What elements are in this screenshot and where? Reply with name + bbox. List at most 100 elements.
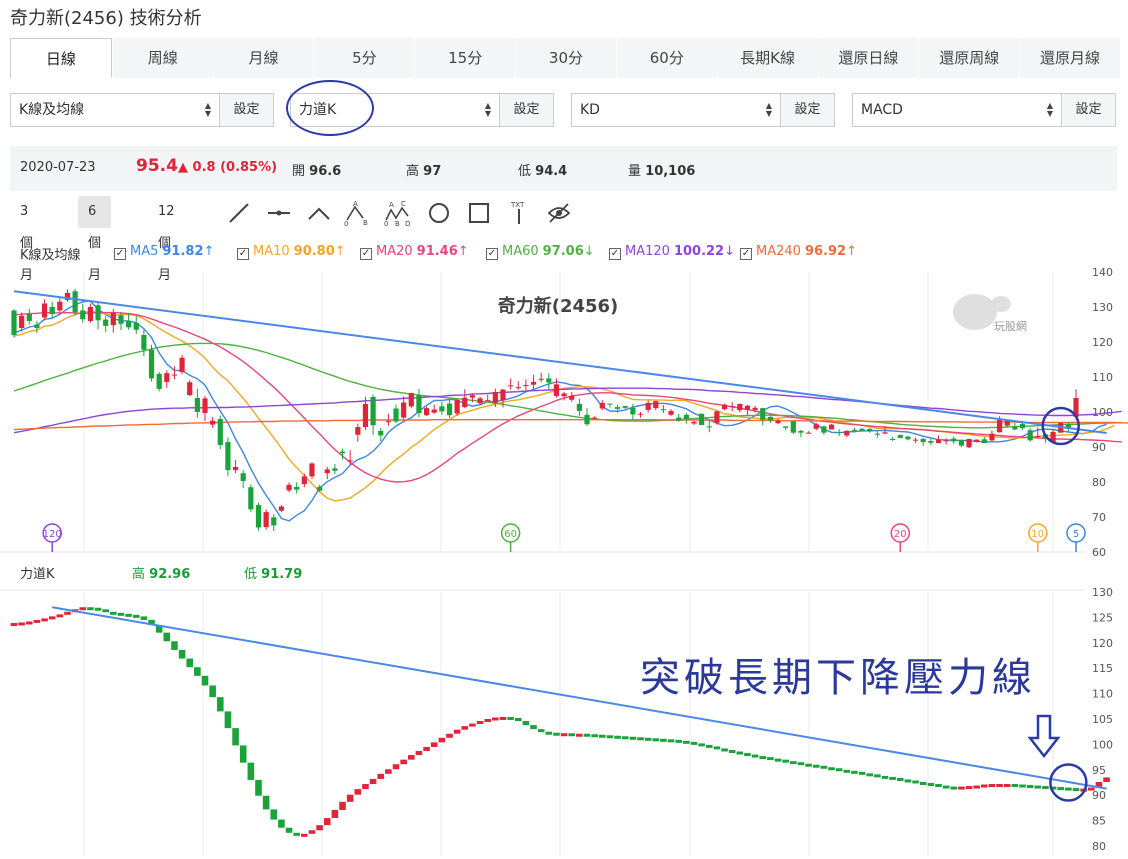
candle: [133, 315, 139, 334]
force-bar: [1042, 786, 1049, 790]
candle: [645, 400, 651, 413]
candle: [194, 388, 200, 418]
force-bar: [339, 801, 346, 810]
force-bar: [354, 789, 362, 795]
force-bar: [1034, 785, 1042, 789]
force-bar: [407, 755, 415, 760]
force-bar: [400, 759, 407, 765]
candle: [141, 329, 147, 356]
force-bar: [323, 818, 331, 826]
candle: [103, 316, 109, 333]
force-bar: [461, 726, 469, 730]
candle: [347, 450, 353, 465]
candle: [156, 372, 162, 392]
force-bar: [476, 721, 484, 725]
force-bar: [560, 733, 568, 737]
candle: [912, 437, 919, 444]
candle: [981, 436, 987, 444]
force-bar: [285, 827, 293, 833]
force-bar: [889, 776, 896, 780]
force-bar: [927, 783, 935, 787]
force-bar: [346, 794, 354, 802]
force-bar: [705, 744, 713, 748]
force-bar: [1103, 777, 1110, 782]
force-bar: [805, 763, 812, 767]
force-bar: [255, 779, 262, 796]
candle: [210, 416, 216, 429]
force-tick-label: 90: [1092, 789, 1106, 802]
force-bar: [713, 746, 721, 750]
force-bar: [25, 621, 33, 625]
force-bar: [186, 658, 194, 668]
candle: [890, 436, 896, 442]
force-bar: [301, 833, 308, 837]
force-bar: [132, 614, 140, 618]
candle: [294, 482, 300, 494]
candle: [637, 412, 644, 418]
force-bar: [507, 716, 514, 720]
force-bar: [385, 769, 392, 774]
candle: [867, 428, 873, 433]
candle: [553, 378, 560, 398]
force-bar: [377, 773, 385, 779]
force-bar: [10, 622, 18, 626]
force-bar: [94, 607, 102, 611]
ma-marker: 20: [890, 523, 911, 552]
force-bar: [652, 738, 660, 742]
force-tick-label: 125: [1092, 611, 1113, 624]
candle: [1019, 422, 1026, 430]
candle: [607, 403, 613, 408]
force-bar: [392, 764, 400, 770]
force-bar: [48, 616, 56, 620]
candle: [767, 416, 773, 423]
candle: [676, 413, 682, 422]
force-bar: [942, 785, 950, 789]
svg-text:120: 120: [43, 529, 62, 540]
candle: [538, 372, 544, 383]
price-tick-label: 140: [1092, 266, 1113, 279]
force-bar: [721, 748, 728, 752]
candle: [179, 354, 185, 375]
force-bar: [41, 618, 48, 622]
candle: [95, 301, 101, 330]
force-bar: [1019, 784, 1026, 788]
candle: [660, 405, 667, 414]
force-bar: [614, 735, 621, 739]
force-bar: [308, 830, 316, 834]
force-bar: [232, 728, 239, 746]
force-bar: [912, 780, 919, 784]
force-bar: [140, 616, 148, 620]
force-bar: [660, 738, 667, 742]
candle: [148, 344, 155, 382]
force-bar: [858, 771, 866, 775]
price-tick-label: 130: [1092, 301, 1113, 314]
force-bar: [492, 717, 499, 721]
candle: [951, 436, 957, 444]
force-bar: [446, 733, 453, 738]
force-bar: [1065, 787, 1072, 791]
force-bar: [178, 649, 186, 659]
candle: [87, 303, 94, 323]
candle: [828, 423, 835, 430]
ma-line-ma60: [13, 342, 1122, 429]
candle: [232, 459, 239, 474]
candle: [324, 466, 330, 480]
candle: [989, 430, 995, 442]
candle: [897, 434, 903, 439]
force-bar: [553, 732, 560, 736]
price-chart[interactable]: 6070809010011012013014080859095100105110…: [0, 0, 1128, 859]
svg-text:10: 10: [1031, 529, 1044, 540]
candle: [905, 436, 911, 441]
candle: [515, 381, 521, 390]
candle: [744, 404, 751, 415]
down-arrow-icon: [1027, 714, 1061, 759]
candle: [57, 298, 63, 313]
force-bar: [514, 717, 522, 722]
candle: [408, 392, 414, 409]
force-bar: [981, 784, 988, 788]
ma-marker: 60: [500, 523, 521, 552]
force-bar: [209, 685, 216, 698]
force-bar: [644, 737, 652, 741]
ma-marker: 10: [1028, 523, 1048, 552]
candle: [844, 430, 850, 438]
